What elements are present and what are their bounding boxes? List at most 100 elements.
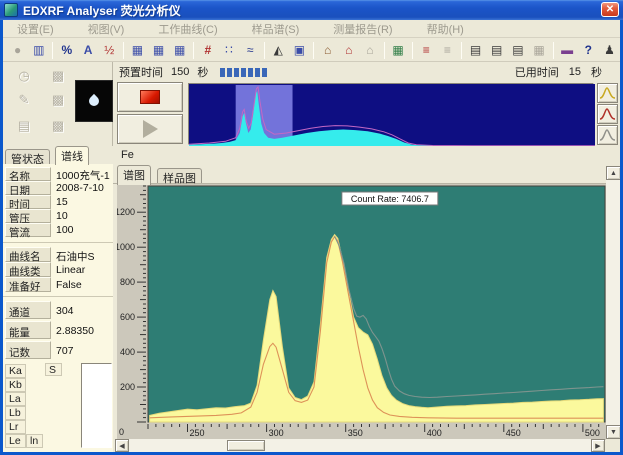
fraction-button[interactable]: ½ xyxy=(99,40,120,60)
tab-sample-chart[interactable]: 样品图 xyxy=(157,168,202,183)
mirror-button[interactable]: ◭ xyxy=(268,40,289,60)
prop-time-label: 时间 xyxy=(5,195,51,209)
preset-time-value: 150 xyxy=(171,66,189,78)
exit-button[interactable]: ♟ xyxy=(599,40,620,60)
analyzer-icon: ▦ xyxy=(392,44,403,56)
element-field[interactable]: Fe xyxy=(121,149,134,161)
tab-spectrum-chart[interactable]: 谱图 xyxy=(117,165,151,185)
film-button[interactable]: ▥ xyxy=(28,40,49,60)
line-row-le[interactable]: Le xyxy=(5,434,26,448)
print-button[interactable]: ▤ xyxy=(465,40,486,60)
divider xyxy=(3,242,113,243)
percent-button[interactable]: % xyxy=(56,40,77,60)
curve-new-button[interactable]: ▦ xyxy=(127,40,148,60)
lines-panel: S Ka Kb La Lb Lr Le ln xyxy=(3,362,113,452)
scrollbar-corner xyxy=(606,439,621,452)
edit-button[interactable]: ✎ xyxy=(11,90,37,110)
line-extra-cell: ln xyxy=(26,434,43,448)
preview-chart[interactable] xyxy=(189,84,595,146)
print-icon: ▤ xyxy=(470,44,481,56)
analyzer-button[interactable]: ▦ xyxy=(388,40,409,60)
home-button[interactable]: ⌂ xyxy=(317,40,338,60)
curve-type-value: Linear xyxy=(56,263,112,276)
tube-control-3-button[interactable]: ▩ xyxy=(45,116,71,136)
line-row-lb[interactable]: Lb xyxy=(5,406,26,420)
clock-button[interactable]: ◷ xyxy=(11,66,37,86)
help-icon: ? xyxy=(585,44,592,56)
curve-save-icon: ▦ xyxy=(174,44,185,56)
list-settings-button[interactable]: ≡ xyxy=(416,40,437,60)
document-icon: ▤ xyxy=(18,118,30,133)
spectrum-preview[interactable] xyxy=(188,83,594,145)
start-button[interactable] xyxy=(117,114,183,144)
home-alt-button[interactable]: ⌂ xyxy=(338,40,359,60)
calculator-button[interactable]: ▦ xyxy=(528,40,549,60)
sample-indicator xyxy=(75,80,113,122)
toolbar-separator xyxy=(384,42,385,59)
smooth-button[interactable]: ∷ xyxy=(218,40,239,60)
scale-linear-button[interactable] xyxy=(597,83,618,103)
menu-measure-report[interactable]: 测量报告(R) xyxy=(323,19,402,39)
print-preview-button[interactable]: ▤ xyxy=(507,40,528,60)
spectrum-window-button[interactable]: ≈ xyxy=(240,40,261,60)
scroll-down-button[interactable]: ▼ xyxy=(606,425,621,439)
menu-view[interactable]: 视图(V) xyxy=(78,19,135,39)
menu-working-curve[interactable]: 工作曲线(C) xyxy=(148,19,227,39)
toolbar-separator xyxy=(313,42,314,59)
titlebar[interactable]: EDXRF Analyser 荧光分析仪 ✕ xyxy=(0,0,623,20)
scroll-right-button[interactable]: ▶ xyxy=(591,439,605,452)
tab-tube-status[interactable]: 管状态 xyxy=(5,149,50,164)
home-alt-icon: ⌂ xyxy=(345,44,352,56)
line-element-header: S xyxy=(45,363,62,376)
curve-save-button[interactable]: ▦ xyxy=(169,40,190,60)
calculator-icon: ▦ xyxy=(533,44,544,56)
horizontal-scrollbar[interactable]: ◀ ▶ xyxy=(115,439,605,452)
document-button[interactable]: ▤ xyxy=(11,116,37,136)
progress-block xyxy=(220,68,225,77)
menu-help[interactable]: 帮助(H) xyxy=(417,19,474,39)
elapsed-time-unit: 秒 xyxy=(591,64,602,80)
stop-button[interactable] xyxy=(117,82,183,112)
stop-icon xyxy=(140,90,160,104)
print-setup-icon: ▤ xyxy=(491,44,502,56)
scale-auto-button[interactable] xyxy=(597,125,618,145)
tube-control-2-button[interactable]: ▩ xyxy=(45,90,71,110)
channel-label: 通道 xyxy=(5,301,51,319)
vertical-scrollbar[interactable]: ▲ ▼ xyxy=(606,166,621,439)
print-preview-icon: ▤ xyxy=(512,44,523,56)
pan-button[interactable]: ▣ xyxy=(289,40,310,60)
line-listbox[interactable] xyxy=(81,363,112,448)
crosshair-button[interactable]: # xyxy=(197,40,218,60)
channel-value: 304 xyxy=(56,304,112,317)
main-spectrum-chart[interactable]: 200400600800100012002503003504004505000C… xyxy=(117,184,606,440)
tube-control-1-icon: ▩ xyxy=(52,68,64,83)
progress-blocks xyxy=(220,68,267,77)
list-alt-button[interactable]: ≡ xyxy=(437,40,458,60)
print-setup-button[interactable]: ▤ xyxy=(486,40,507,60)
svg-text:400: 400 xyxy=(120,347,135,357)
book-button[interactable]: ▬ xyxy=(557,40,578,60)
scroll-up-button[interactable]: ▲ xyxy=(606,166,621,180)
help-button[interactable]: ? xyxy=(578,40,599,60)
prop-date-label: 日期 xyxy=(5,181,51,195)
scroll-left-button[interactable]: ◀ xyxy=(115,439,129,452)
svg-text:400: 400 xyxy=(427,428,442,438)
home-disabled-button[interactable]: ⌂ xyxy=(359,40,380,60)
line-row-lr[interactable]: Lr xyxy=(5,420,26,434)
scale-log-icon xyxy=(599,107,616,121)
scrollbar-thumb[interactable] xyxy=(227,440,265,451)
line-row-kb[interactable]: Kb xyxy=(5,378,26,392)
tab-spectral-lines[interactable]: 谱线 xyxy=(55,146,89,165)
tube-control-1-button[interactable]: ▩ xyxy=(45,66,71,86)
line-row-ka[interactable]: Ka xyxy=(5,364,26,378)
window-title: EDXRF Analyser 荧光分析仪 xyxy=(23,2,181,19)
curve-delete-button[interactable]: ▦ xyxy=(148,40,169,60)
calibrate-button[interactable]: A xyxy=(77,40,98,60)
scale-log-button[interactable] xyxy=(597,104,618,124)
xray-source-button[interactable]: ● xyxy=(7,40,28,60)
calibrate-icon: A xyxy=(84,44,93,56)
menu-sample-spectrum[interactable]: 样品谱(S) xyxy=(242,19,310,39)
close-button[interactable]: ✕ xyxy=(601,2,619,17)
menu-settings[interactable]: 设置(E) xyxy=(7,19,64,39)
line-row-la[interactable]: La xyxy=(5,392,26,406)
